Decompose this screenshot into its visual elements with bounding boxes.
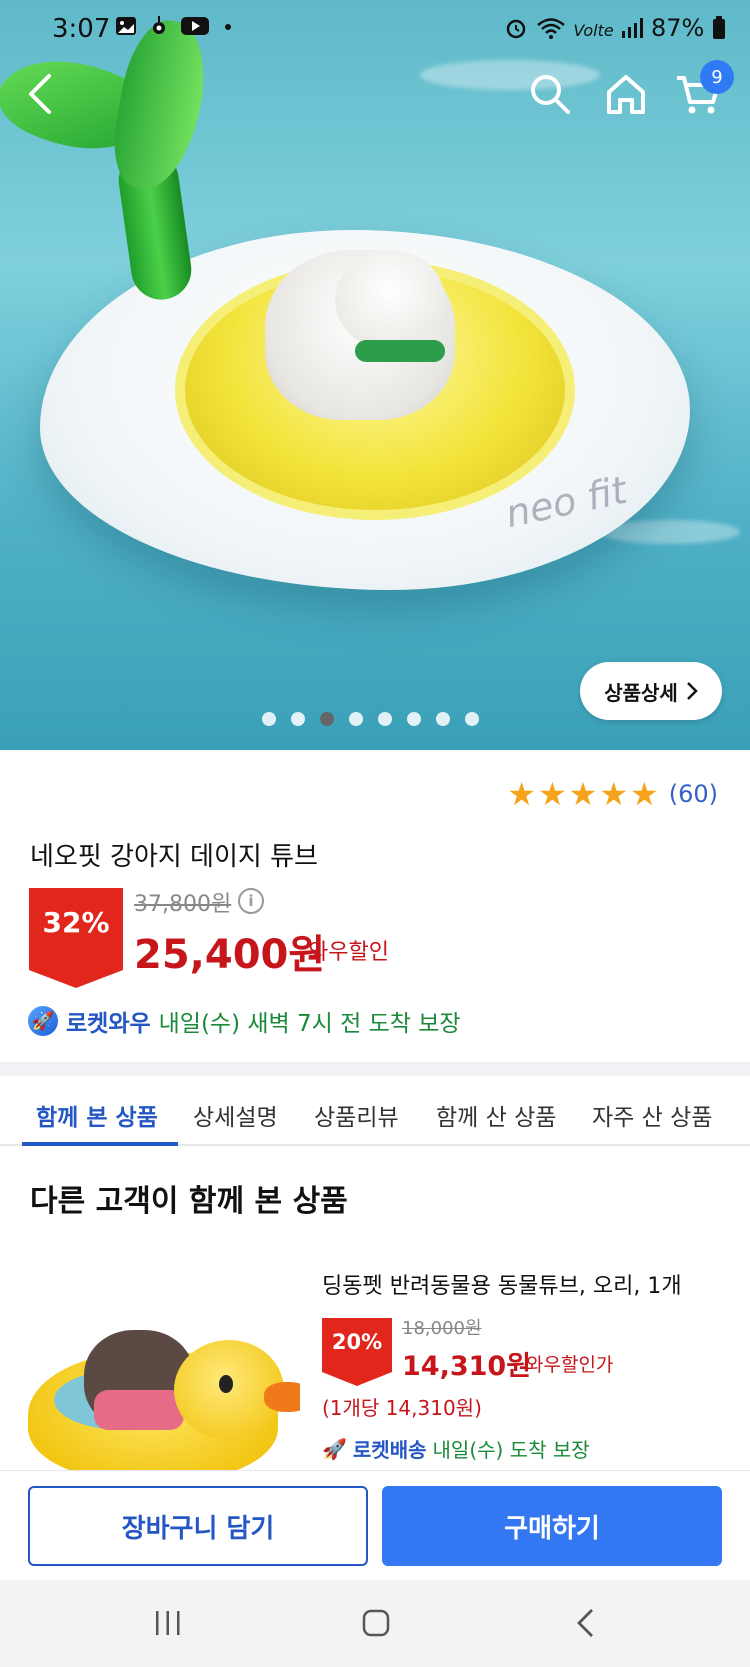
active-tab-indicator [22,1142,178,1146]
delivery-brand: 로켓와우 [66,1011,151,1037]
star-icon: ★ [599,775,629,813]
rating-stars: ★ ★ ★ ★ ★ [507,778,658,810]
gallery-icon [116,17,136,35]
tab-frequently-bought[interactable]: 자주 산 상품 [592,1098,712,1132]
app-icon [153,16,165,34]
purchase-action-bar: 장바구니 담기 구매하기 [0,1470,750,1580]
related-product-image[interactable] [14,1320,300,1470]
star-icon: ★ [568,775,598,813]
poodle-shirt [94,1390,184,1430]
image-pager[interactable] [262,712,479,726]
star-icon: ★ [537,775,567,813]
related-discount-rate: 20% [331,1330,383,1354]
related-delivery-brand: 로켓배송 [352,1438,427,1462]
related-original-price: 18,000원 [402,1318,482,1339]
section-divider [0,1062,750,1076]
related-sale-price: 14,310원 [402,1351,532,1382]
product-title: 네오핏 강아지 데이지 튜브 [30,842,318,872]
related-sale-label: 와우할인가 [526,1354,614,1376]
pager-dot[interactable] [320,712,334,726]
related-discount-badge: 20% [322,1318,392,1386]
battery-icon [713,16,725,39]
delivery-info: 🚀 로켓와우 내일(수) 새벽 7시 전 도착 보장 [28,1004,461,1038]
recent-apps-button[interactable] [138,1598,198,1648]
system-home-button[interactable] [346,1598,406,1648]
signal-icon [622,18,644,38]
youtube-icon [181,17,209,35]
product-tabs: 함께 본 상품 상세설명 상품리뷰 함께 산 상품 자주 산 상품 [0,1076,750,1146]
pager-dot[interactable] [349,712,363,726]
tab-reviews[interactable]: 상품리뷰 [314,1098,399,1132]
related-unit-price: (1개당 14,310원) [322,1396,482,1420]
discount-badge: 32% [29,888,123,988]
rocket-delivery-icon: 🚀 [322,1436,347,1461]
discount-rate: 32% [42,906,110,939]
star-icon: ★ [630,775,659,813]
related-delivery-info: 🚀 로켓배송 내일(수) 도착 보장 [322,1434,590,1463]
pager-dot[interactable] [407,712,421,726]
pager-dot[interactable] [465,712,479,726]
chevron-right-icon [686,682,698,700]
sale-price: 25,400원 [134,932,326,978]
dog-scarf [355,340,445,362]
system-back-button[interactable] [556,1598,616,1648]
status-right: Volte 87% [504,14,726,42]
back-button[interactable] [10,64,70,124]
dog-head [335,250,445,350]
rating-count: (60) [668,780,718,808]
cart-count-badge: 9 [700,60,734,94]
rocket-icon: 🚀 [28,1006,58,1036]
notification-icons [115,16,232,42]
chevron-left-icon [29,74,51,114]
recent-apps-icon [156,1611,180,1635]
duck-beak [264,1382,300,1412]
duck-eye [219,1375,233,1393]
pager-dot[interactable] [262,712,276,726]
original-price: 37,800원 [134,892,232,917]
home-icon [607,75,645,114]
section-title: 다른 고객이 함께 본 상품 [30,1184,348,1219]
pager-dot[interactable] [378,712,392,726]
pager-dot[interactable] [436,712,450,726]
more-notifications-icon [225,24,231,30]
wifi-icon [536,18,565,39]
tab-bought-together[interactable]: 함께 산 상품 [436,1098,556,1132]
battery-percent: 87% [651,14,705,42]
buy-now-button[interactable]: 구매하기 [382,1486,722,1566]
status-time: 3:07 [52,14,111,44]
system-home-icon [362,1609,390,1637]
system-back-icon [577,1609,593,1637]
product-detail-label: 상품상세 [604,680,678,705]
alarm-icon [506,19,526,39]
home-button[interactable] [596,64,656,124]
related-product-name[interactable]: 딩동펫 반려동물용 동물튜브, 오리, 1개 [322,1268,682,1300]
delivery-text: 내일(수) 새벽 7시 전 도착 보장 [158,1011,461,1037]
sale-label: 와우할인 [308,940,389,965]
product-rating[interactable]: ★ ★ ★ ★ ★ (60) [507,778,718,810]
add-to-cart-button[interactable]: 장바구니 담기 [28,1486,368,1566]
status-bar: 3:07 Volte 87% [0,0,750,60]
star-icon: ★ [507,775,536,813]
pager-dot[interactable] [291,712,305,726]
product-detail-button[interactable]: 상품상세 [580,662,722,720]
tab-description[interactable]: 상세설명 [193,1098,278,1132]
system-navigation-bar [0,1580,750,1667]
tab-viewed-together[interactable]: 함께 본 상품 [36,1098,158,1132]
search-icon [531,75,570,114]
related-delivery-text: 내일(수) 도착 보장 [432,1438,590,1462]
price-info-icon[interactable]: i [238,888,264,914]
network-label: Volte [573,21,614,40]
search-button[interactable] [520,64,580,124]
